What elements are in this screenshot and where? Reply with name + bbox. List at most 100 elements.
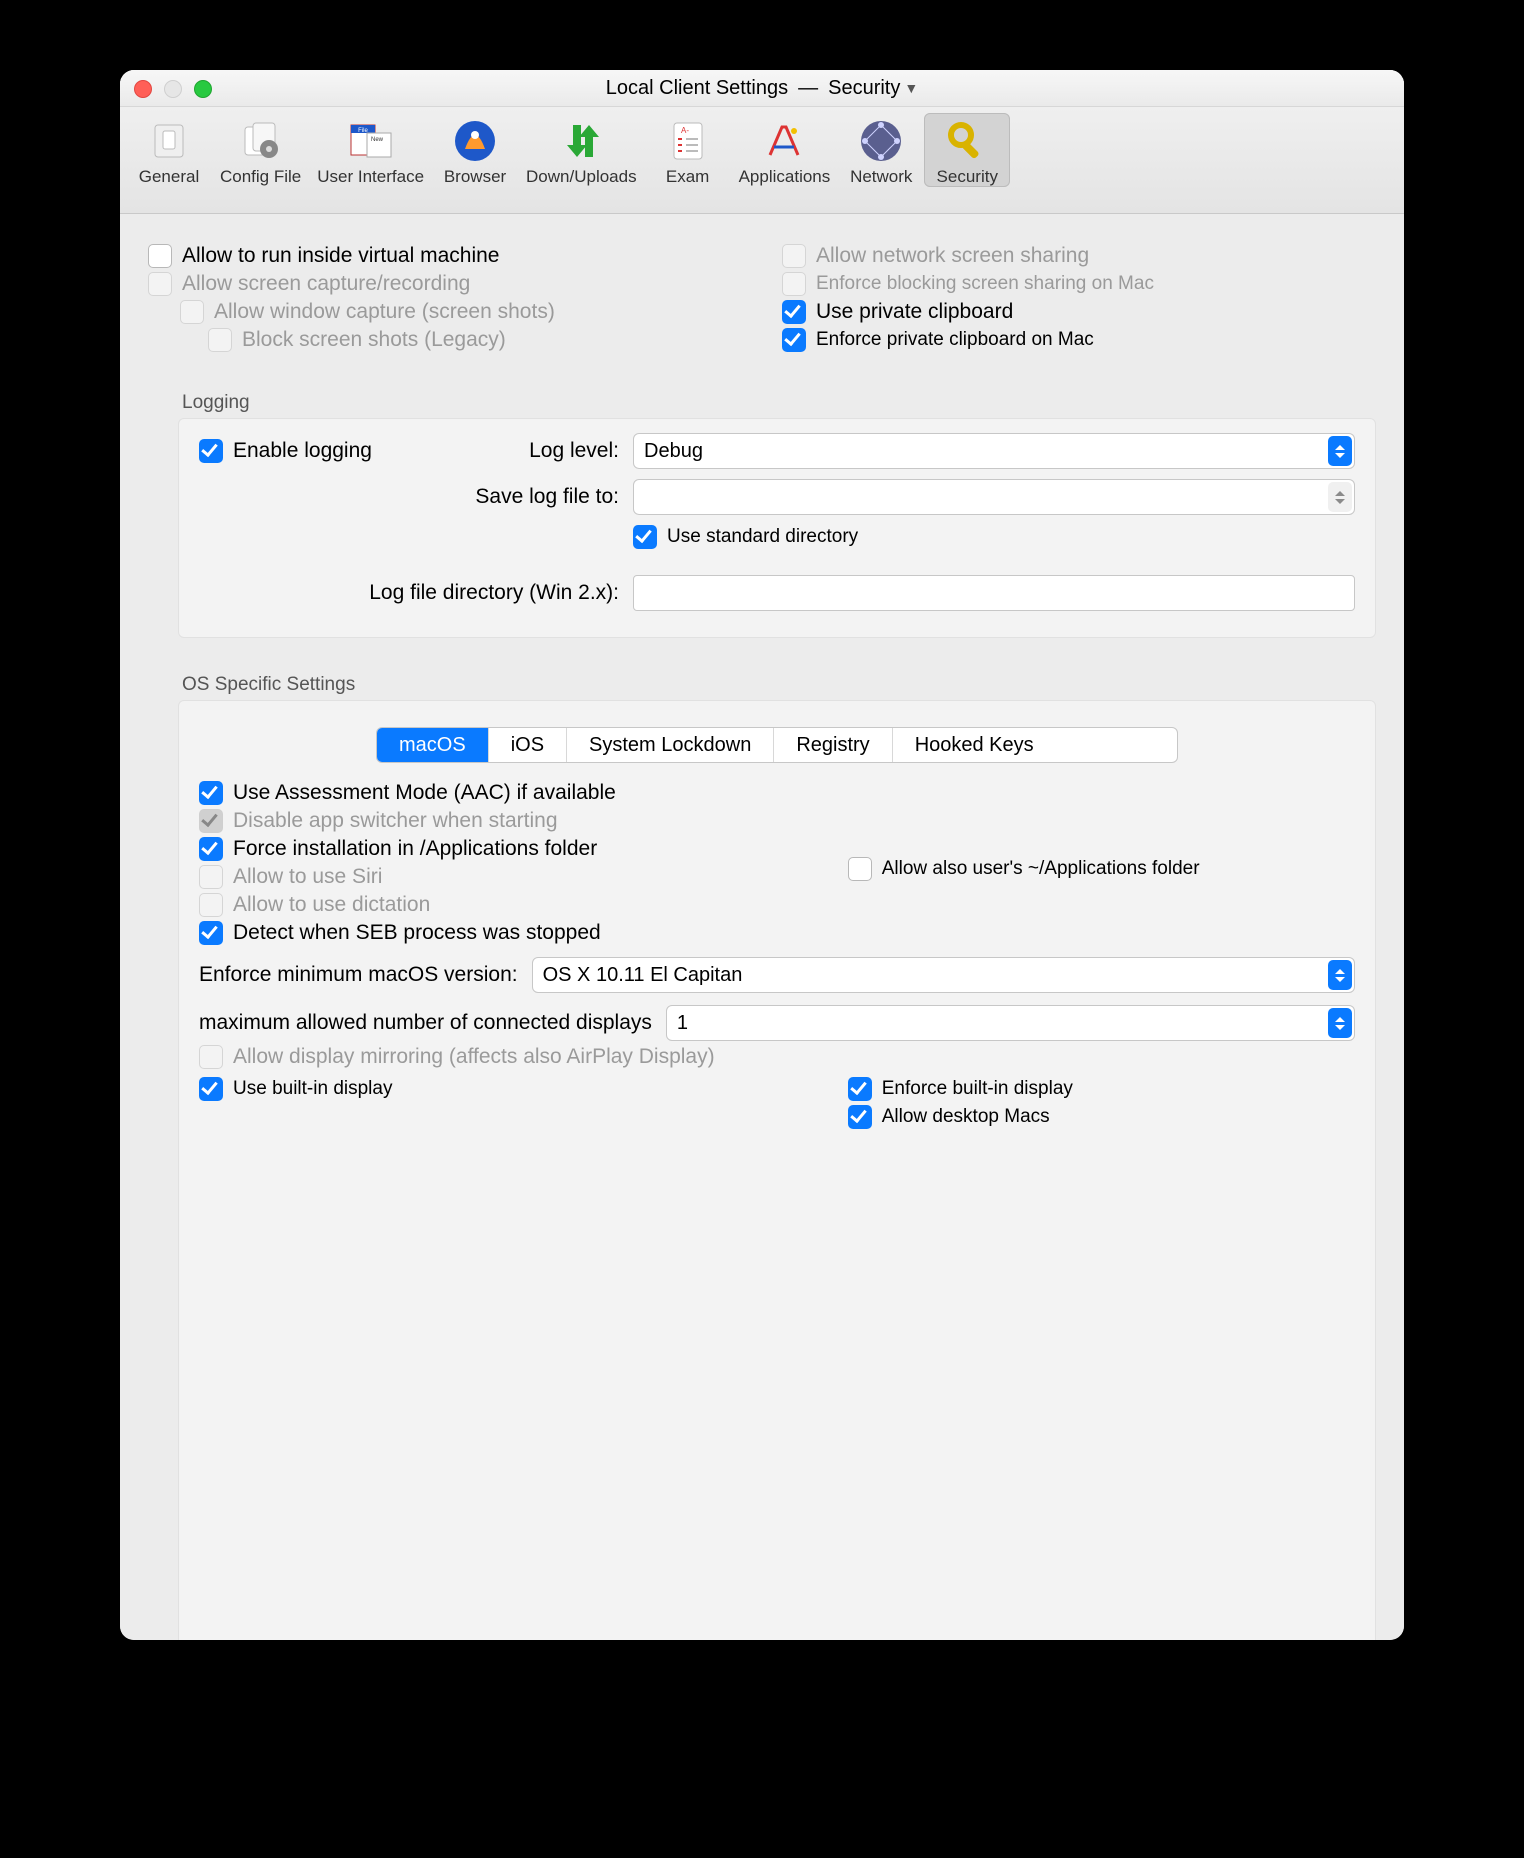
use-std-dir-checkbox[interactable]	[633, 525, 657, 549]
win-dir-label: Log file directory (Win 2.x):	[199, 581, 633, 605]
os-panel: macOS iOS System Lockdown Registry Hooke…	[178, 700, 1376, 1640]
enforce-builtin-display-checkbox[interactable]	[848, 1077, 872, 1101]
logging-panel: Enable logging Log level: Debug Save log…	[178, 418, 1376, 638]
allow-user-apps-checkbox[interactable]	[848, 857, 872, 881]
toolbar-general[interactable]: General	[126, 113, 212, 187]
os-title: OS Specific Settings	[182, 674, 1376, 696]
allow-screen-capture-label: Allow screen capture/recording	[182, 272, 470, 296]
log-level-value: Debug	[644, 440, 703, 463]
content: Allow to run inside virtual machine Allo…	[120, 214, 1404, 1640]
enforce-block-sharing-checkbox	[782, 272, 806, 296]
tab-hooked-keys[interactable]: Hooked Keys	[893, 728, 1056, 762]
allow-dictation-checkbox	[199, 893, 223, 917]
disable-app-switcher-checkbox	[199, 809, 223, 833]
allow-desktop-macs-label: Allow desktop Macs	[882, 1106, 1050, 1128]
allow-user-apps-label: Allow also user's ~/Applications folder	[882, 858, 1200, 880]
allow-window-capture-checkbox	[180, 300, 204, 324]
toolbar-label: Browser	[444, 167, 506, 187]
allow-net-sharing-label: Allow network screen sharing	[816, 244, 1089, 268]
enable-logging-checkbox[interactable]	[199, 439, 223, 463]
toolbar-browser[interactable]: Browser	[432, 113, 518, 187]
enforce-private-clipboard-checkbox[interactable]	[782, 328, 806, 352]
use-std-dir-label: Use standard directory	[667, 526, 858, 548]
config-file-icon	[237, 117, 285, 165]
toolbar-label: Exam	[666, 167, 709, 187]
allow-siri-label: Allow to use Siri	[233, 865, 382, 889]
traffic-lights	[134, 80, 212, 98]
save-log-select[interactable]	[633, 479, 1355, 515]
toolbar-security[interactable]: Security	[924, 113, 1010, 187]
allow-vm-checkbox[interactable]	[148, 244, 172, 268]
allow-dictation-label: Allow to use dictation	[233, 893, 430, 917]
security-icon	[943, 117, 991, 165]
zoom-icon[interactable]	[194, 80, 212, 98]
select-stepper-icon	[1328, 436, 1352, 466]
allow-net-sharing-checkbox	[782, 244, 806, 268]
enforce-private-clipboard-label: Enforce private clipboard on Mac	[816, 329, 1094, 351]
enforce-block-sharing-label: Enforce blocking screen sharing on Mac	[816, 273, 1154, 295]
down-uploads-icon	[557, 117, 605, 165]
browser-icon	[451, 117, 499, 165]
logging-title: Logging	[182, 392, 1376, 414]
max-displays-select[interactable]: 1	[666, 1005, 1355, 1041]
enforce-builtin-display-label: Enforce built-in display	[882, 1078, 1073, 1100]
toolbar-exam[interactable]: A- Exam	[645, 113, 731, 187]
use-private-clipboard-checkbox[interactable]	[782, 300, 806, 324]
detect-stopped-label: Detect when SEB process was stopped	[233, 921, 601, 945]
toolbar-down-uploads[interactable]: Down/Uploads	[518, 113, 645, 187]
disable-app-switcher-label: Disable app switcher when starting	[233, 809, 558, 833]
general-icon	[145, 117, 193, 165]
title-sep: —	[798, 77, 818, 100]
tab-registry[interactable]: Registry	[774, 728, 892, 762]
tab-system-lockdown[interactable]: System Lockdown	[567, 728, 774, 762]
use-private-clipboard-label: Use private clipboard	[816, 300, 1013, 324]
minimize-icon	[164, 80, 182, 98]
toolbar-user-interface[interactable]: FileNew User Interface	[309, 113, 432, 187]
force-install-label: Force installation in /Applications fold…	[233, 837, 597, 861]
title-right: Security	[828, 77, 900, 100]
allow-window-capture-label: Allow window capture (screen shots)	[214, 300, 555, 324]
max-displays-value: 1	[677, 1012, 688, 1035]
force-install-checkbox[interactable]	[199, 837, 223, 861]
select-stepper-icon	[1328, 960, 1352, 990]
min-version-label: Enforce minimum macOS version:	[199, 963, 518, 987]
win-dir-input[interactable]	[633, 575, 1355, 611]
window: Local Client Settings — Security ▼ Gener…	[120, 70, 1404, 1640]
use-builtin-display-label: Use built-in display	[233, 1078, 392, 1100]
assessment-mode-label: Use Assessment Mode (AAC) if available	[233, 781, 616, 805]
tab-macos[interactable]: macOS	[377, 728, 489, 762]
network-icon	[857, 117, 905, 165]
assessment-mode-checkbox[interactable]	[199, 781, 223, 805]
user-interface-icon: FileNew	[347, 117, 395, 165]
allow-vm-label: Allow to run inside virtual machine	[182, 244, 499, 268]
allow-screen-capture-checkbox	[148, 272, 172, 296]
chevron-down-icon: ▼	[904, 80, 918, 96]
allow-mirroring-checkbox	[199, 1045, 223, 1069]
toolbar-label: Config File	[220, 167, 301, 187]
titlebar: Local Client Settings — Security ▼	[120, 70, 1404, 107]
toolbar-label: Applications	[739, 167, 831, 187]
toolbar-label: Network	[850, 167, 912, 187]
log-level-label: Log level:	[199, 439, 633, 463]
toolbar-label: General	[139, 167, 199, 187]
os-tabs: macOS iOS System Lockdown Registry Hooke…	[376, 727, 1178, 763]
log-level-select[interactable]: Debug	[633, 433, 1355, 469]
toolbar-config-file[interactable]: Config File	[212, 113, 309, 187]
title-left: Local Client Settings	[606, 77, 788, 100]
allow-desktop-macs-checkbox[interactable]	[848, 1105, 872, 1129]
block-screenshots-checkbox	[208, 328, 232, 352]
select-stepper-icon	[1328, 482, 1352, 512]
max-displays-label: maximum allowed number of connected disp…	[199, 1011, 652, 1035]
use-builtin-display-checkbox[interactable]	[199, 1077, 223, 1101]
detect-stopped-checkbox[interactable]	[199, 921, 223, 945]
applications-icon	[760, 117, 808, 165]
toolbar-network[interactable]: Network	[838, 113, 924, 187]
toolbar-label: User Interface	[317, 167, 424, 187]
block-screenshots-label: Block screen shots (Legacy)	[242, 328, 506, 352]
min-version-select[interactable]: OS X 10.11 El Capitan	[532, 957, 1355, 993]
svg-text:New: New	[371, 137, 384, 143]
toolbar-applications[interactable]: Applications	[731, 113, 839, 187]
tab-ios[interactable]: iOS	[489, 728, 567, 762]
window-title[interactable]: Local Client Settings — Security ▼	[606, 77, 918, 100]
close-icon[interactable]	[134, 80, 152, 98]
